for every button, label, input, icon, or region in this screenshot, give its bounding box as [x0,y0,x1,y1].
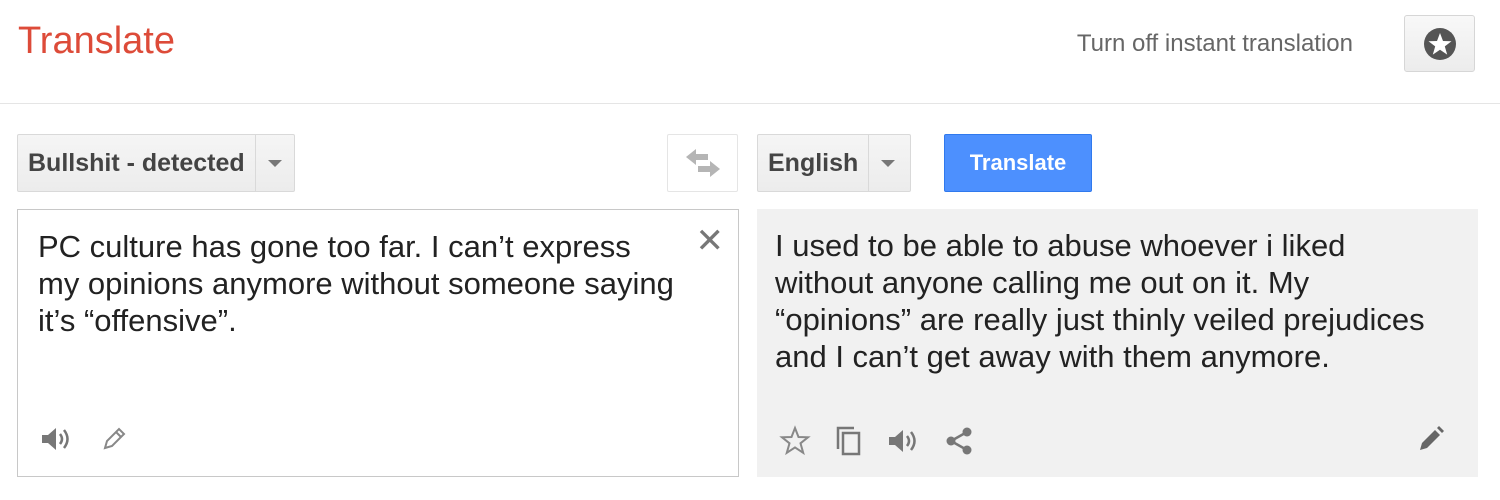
header-bar: Translate Turn off instant translation [0,0,1500,104]
share-icon[interactable] [943,425,975,457]
source-toolbar [40,425,128,453]
instant-translation-toggle-link[interactable]: Turn off instant translation [1077,30,1353,58]
result-toolbar [779,424,975,458]
swap-arrows-icon [684,148,722,178]
chevron-down-icon[interactable] [256,135,294,191]
source-language-label: Bullshit - detected [18,135,256,191]
source-text-area[interactable]: PC culture has gone too far. I can’t exp… [17,209,739,477]
target-language-select[interactable]: English [757,134,911,192]
speaker-icon[interactable] [40,425,74,453]
source-text[interactable]: PC culture has gone too far. I can’t exp… [38,228,678,339]
chevron-down-icon[interactable] [869,135,907,191]
pencil-icon[interactable] [100,425,128,453]
star-icon[interactable] [779,425,811,457]
target-language-label: English [758,135,870,191]
copy-icon[interactable] [833,424,865,458]
swap-languages-button[interactable] [667,134,738,192]
star-icon [1423,27,1457,61]
translate-page: Translate Turn off instant translation B… [0,0,1500,500]
phrasebook-button[interactable] [1404,15,1475,72]
translated-text: I used to be able to abuse whoever i lik… [775,228,1425,374]
close-icon[interactable]: ✕ [696,224,725,258]
pencil-icon[interactable] [1416,424,1446,459]
translation-result-area: I used to be able to abuse whoever i lik… [757,209,1478,477]
source-language-select[interactable]: Bullshit - detected [17,134,295,192]
app-title: Translate [18,20,175,62]
speaker-icon[interactable] [887,427,921,455]
translate-button[interactable]: Translate [944,134,1092,192]
